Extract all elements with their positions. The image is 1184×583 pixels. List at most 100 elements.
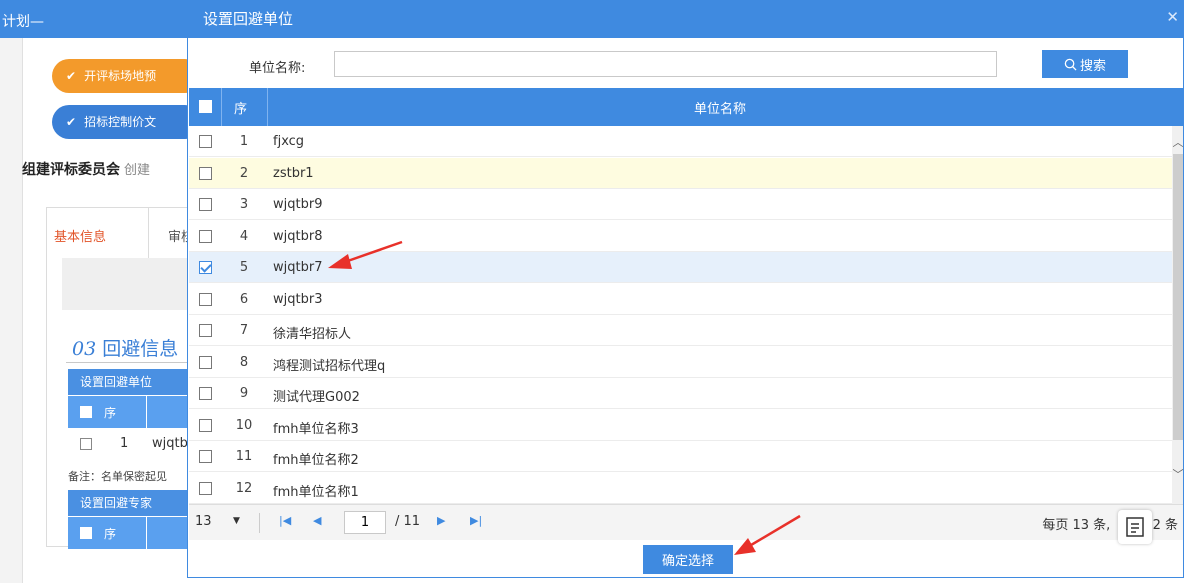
next-page-icon[interactable]: ▶ bbox=[437, 514, 445, 527]
row-seq: 1 bbox=[239, 134, 249, 149]
step-label: 招标控制价文 bbox=[84, 115, 157, 129]
row-checkbox[interactable] bbox=[199, 355, 212, 369]
row-checkbox[interactable] bbox=[199, 418, 212, 432]
table-row[interactable]: 4 wjqtbr8 bbox=[189, 221, 1172, 252]
search-button[interactable]: 搜索 bbox=[1042, 50, 1128, 78]
scrollbar-thumb[interactable] bbox=[1173, 154, 1183, 440]
row-seq: 5 bbox=[239, 260, 249, 275]
row-checkbox[interactable] bbox=[199, 292, 212, 306]
table-body: 1 fjxcg 2 zstbr1 3 wjqtbr9 4 wjqtbr8 5 wjqtbr7 6 wj… bbox=[189, 126, 1172, 504]
caret-down-icon[interactable]: ▼ bbox=[233, 516, 240, 526]
table-row[interactable]: 2 zstbr1 bbox=[189, 157, 1172, 189]
table-header: 序 单位名称 bbox=[189, 88, 1183, 126]
last-page-icon[interactable]: ▶| bbox=[470, 514, 482, 527]
confirm-selection-button[interactable]: 确定选择 bbox=[643, 545, 733, 574]
table-row[interactable]: 11 fmh单位名称2 bbox=[189, 441, 1172, 472]
search-button-label: 搜索 bbox=[1079, 58, 1106, 74]
row-seq: 4 bbox=[239, 228, 249, 244]
row-unit-name: fmh单位名称3 bbox=[273, 421, 359, 437]
table-row[interactable]: 10 fmh单位名称3 bbox=[189, 410, 1172, 441]
unit-name-column-header: 单位名称 bbox=[693, 102, 746, 117]
chevron-up-icon[interactable]: ︿ bbox=[1172, 134, 1184, 150]
row-unit-name: wjqtbr8 bbox=[273, 228, 323, 244]
section-divider bbox=[66, 362, 196, 363]
seq-column-header: 序 bbox=[234, 102, 248, 117]
section-heading: 组建评标委员会 创建 bbox=[22, 162, 151, 178]
table-row[interactable]: 7 徐清华招标人 bbox=[189, 315, 1172, 346]
prev-page-icon[interactable]: ◀ bbox=[313, 514, 321, 527]
row-checkbox[interactable] bbox=[199, 324, 212, 337]
row-seq: 12 bbox=[235, 480, 253, 496]
dialog-title: 设置回避单位 bbox=[203, 10, 294, 28]
check-icon: ✔ bbox=[66, 115, 77, 129]
row-checkbox[interactable] bbox=[199, 387, 212, 400]
row-unit-name: wjqtbr9 bbox=[273, 197, 323, 212]
section-subheading: 创建 bbox=[124, 163, 151, 178]
row-unit-name: zstbr1 bbox=[273, 165, 314, 181]
set-avoid-expert-button[interactable]: 设置回避专家 bbox=[68, 490, 194, 516]
row-unit-name: 徐清华招标人 bbox=[273, 327, 352, 342]
row-seq: 7 bbox=[239, 323, 249, 338]
row-checkbox[interactable] bbox=[199, 450, 212, 463]
total-pages: / 11 bbox=[395, 514, 421, 529]
row-unit-name: 鸿程测试招标代理q bbox=[273, 358, 386, 374]
row-unit-name: fmh单位名称1 bbox=[273, 484, 359, 500]
page-size-select[interactable]: 13 bbox=[195, 514, 212, 529]
table-scrollbar[interactable]: ︿ ﹀ bbox=[1172, 126, 1184, 504]
pagination-bar: 13 ▼ |◀ ◀ / 11 ▶ ▶| 每页 13 条,42 条 bbox=[189, 504, 1183, 540]
table-row[interactable]: 12 fmh单位名称1 bbox=[189, 473, 1172, 504]
avoid-expert-table-header: 序 bbox=[68, 517, 194, 549]
row-checkbox[interactable] bbox=[199, 135, 212, 148]
row-unit-name: 测试代理G002 bbox=[273, 390, 360, 405]
avoid-unit-table-header: 序 bbox=[68, 396, 194, 428]
row-seq: 6 bbox=[239, 291, 249, 307]
table-row[interactable]: 1 fjxcg bbox=[189, 126, 1172, 157]
pager-separator bbox=[259, 513, 260, 533]
table-row[interactable]: 5 wjqtbr7 bbox=[189, 252, 1172, 283]
background-title: 计划— bbox=[2, 14, 44, 30]
row-checkbox[interactable] bbox=[199, 166, 212, 180]
table-row[interactable]: 6 wjqtbr3 bbox=[189, 284, 1172, 315]
seq-header: 序 bbox=[104, 406, 117, 420]
row-checkbox[interactable] bbox=[80, 438, 92, 450]
row-seq: 1 bbox=[120, 436, 129, 451]
page-number-input[interactable] bbox=[344, 511, 386, 534]
dialog-header: 设置回避单位 ✕ bbox=[188, 0, 1183, 38]
table-row: 1 wjqtb bbox=[68, 431, 194, 457]
step-badge-venue[interactable]: ✔ 开评标场地预 bbox=[52, 59, 202, 93]
table-row[interactable]: 8 鸿程测试招标代理q bbox=[189, 347, 1172, 378]
unit-name-search-input[interactable] bbox=[334, 51, 997, 77]
set-avoid-unit-button[interactable]: 设置回避单位 bbox=[68, 369, 194, 395]
row-checkbox[interactable] bbox=[199, 481, 212, 495]
document-icon[interactable] bbox=[1118, 510, 1152, 544]
tab-basic-info[interactable]: 基本信息 bbox=[54, 226, 106, 245]
pager-info: 每页 13 条, 42 条 bbox=[1042, 518, 1178, 533]
step-badge-control-price[interactable]: ✔ 招标控制价文 bbox=[52, 105, 202, 139]
row-unit-name: fmh单位名称2 bbox=[273, 453, 359, 468]
row-seq: 2 bbox=[239, 165, 249, 181]
select-all-checkbox[interactable] bbox=[199, 100, 212, 113]
search-icon bbox=[1064, 58, 1077, 71]
select-all-checkbox[interactable] bbox=[80, 406, 92, 418]
select-all-checkbox[interactable] bbox=[80, 527, 92, 539]
close-icon[interactable]: ✕ bbox=[1166, 8, 1179, 26]
row-checkbox[interactable] bbox=[199, 261, 212, 274]
section-03-title: 03 回避信息 bbox=[72, 338, 179, 360]
column-separator bbox=[221, 88, 222, 126]
table-row[interactable]: 9 测试代理G002 bbox=[189, 378, 1172, 409]
row-checkbox[interactable] bbox=[199, 198, 212, 211]
row-name: wjqtb bbox=[152, 436, 188, 451]
first-page-icon[interactable]: |◀ bbox=[279, 514, 291, 527]
note-text: 备注：名单保密起见 bbox=[68, 470, 167, 483]
row-seq: 9 bbox=[239, 386, 249, 401]
row-seq: 11 bbox=[235, 449, 253, 464]
set-avoid-unit-dialog: 设置回避单位 ✕ 单位名称: 搜索 序 单位名称 1 fjxcg 2 zstbr1 3 w… bbox=[187, 0, 1184, 578]
table-row[interactable]: 3 wjqtbr9 bbox=[189, 189, 1172, 220]
step-label: 开评标场地预 bbox=[84, 69, 157, 83]
row-seq: 8 bbox=[239, 354, 249, 370]
chevron-down-icon[interactable]: ﹀ bbox=[1172, 466, 1184, 482]
row-checkbox[interactable] bbox=[199, 229, 212, 243]
row-seq: 10 bbox=[235, 417, 253, 433]
row-unit-name: wjqtbr7 bbox=[273, 260, 323, 275]
seq-header: 序 bbox=[104, 527, 117, 541]
